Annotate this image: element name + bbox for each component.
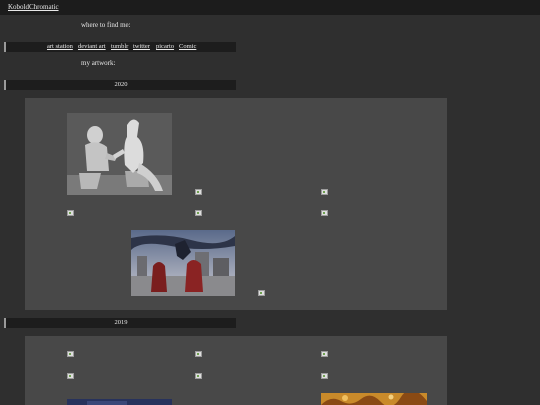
artwork-image bbox=[321, 393, 427, 405]
link-twitter[interactable]: twitter bbox=[133, 43, 150, 50]
artwork-thumbnail[interactable] bbox=[321, 393, 427, 405]
gallery-2020 bbox=[25, 98, 447, 310]
year-label: 2019 bbox=[114, 319, 128, 326]
broken-image-icon[interactable] bbox=[258, 290, 265, 296]
gallery-2019 bbox=[25, 336, 447, 405]
broken-image-icon[interactable] bbox=[321, 189, 328, 195]
broken-image-icon[interactable] bbox=[195, 210, 202, 216]
link-comic[interactable]: Comic bbox=[179, 43, 196, 50]
top-bar: KoboldChromatic bbox=[0, 0, 540, 15]
artwork-thumbnail[interactable] bbox=[131, 230, 235, 296]
social-links-bar: art station deviant art tumblr twitter p… bbox=[4, 42, 236, 52]
broken-image-icon[interactable] bbox=[195, 189, 202, 195]
artwork-label: my artwork: bbox=[81, 59, 116, 67]
find-me-label: where to find me: bbox=[81, 21, 131, 29]
broken-image-icon[interactable] bbox=[67, 373, 74, 379]
broken-image-icon[interactable] bbox=[195, 373, 202, 379]
artwork-thumbnail[interactable] bbox=[67, 113, 172, 195]
artwork-thumbnail[interactable] bbox=[67, 399, 172, 405]
link-picarto[interactable]: picarto bbox=[156, 43, 174, 50]
site-name-link[interactable]: KoboldChromatic bbox=[8, 3, 59, 11]
artwork-image bbox=[131, 230, 235, 296]
year-label: 2020 bbox=[114, 81, 128, 88]
broken-image-icon[interactable] bbox=[321, 351, 328, 357]
artwork-image bbox=[67, 399, 172, 405]
link-deviant-art[interactable]: deviant art bbox=[78, 43, 106, 50]
broken-image-icon[interactable] bbox=[67, 210, 74, 216]
broken-image-icon[interactable] bbox=[195, 351, 202, 357]
broken-image-icon[interactable] bbox=[67, 351, 74, 357]
artwork-image bbox=[67, 113, 172, 195]
broken-image-icon[interactable] bbox=[321, 373, 328, 379]
year-header-2019: 2019 bbox=[4, 318, 236, 328]
link-tumblr[interactable]: tumblr bbox=[111, 43, 128, 50]
link-art-station[interactable]: art station bbox=[47, 43, 73, 50]
year-header-2020: 2020 bbox=[4, 80, 236, 90]
broken-image-icon[interactable] bbox=[321, 210, 328, 216]
